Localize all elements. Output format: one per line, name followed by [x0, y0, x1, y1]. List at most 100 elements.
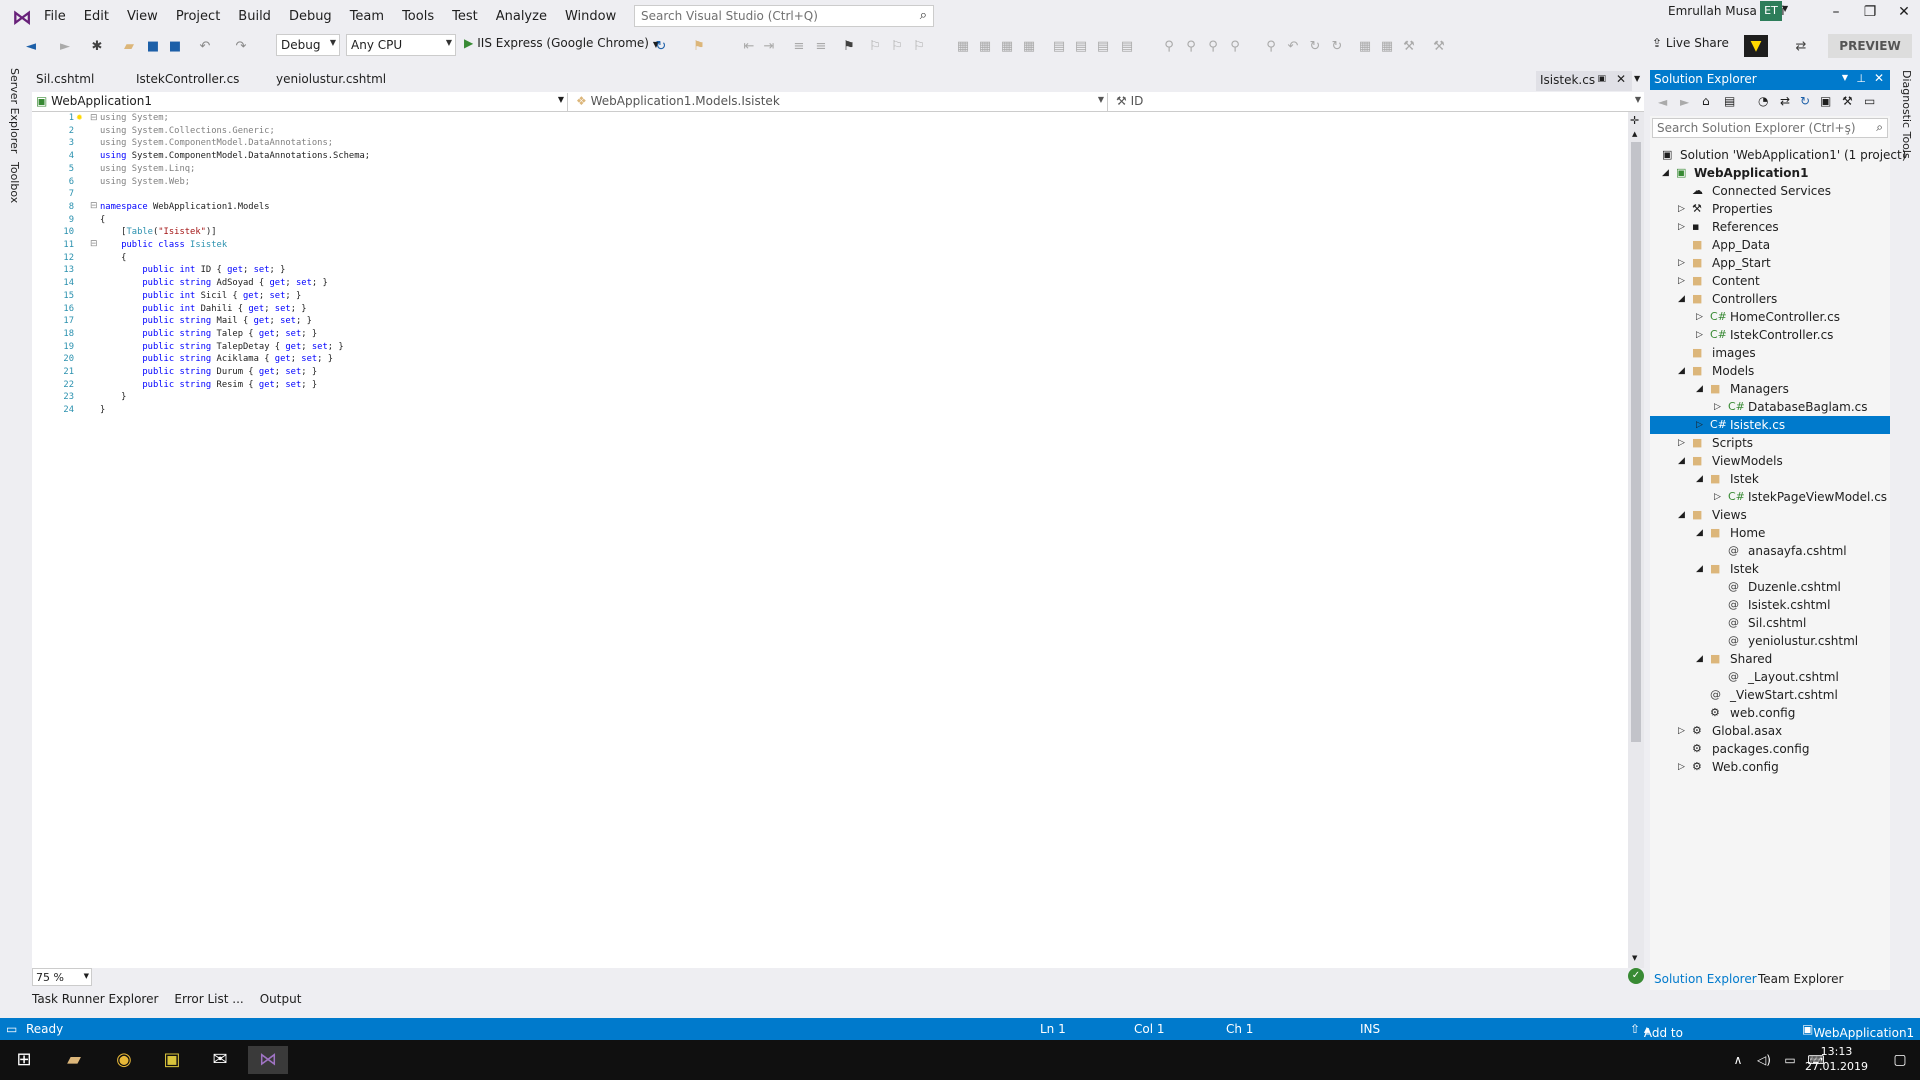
save-icon[interactable]: ■	[144, 38, 162, 56]
tree-item-istekpageviewmodel[interactable]: ▷ C# IstekPageViewModel.cs	[1650, 488, 1890, 506]
pending-changes-icon[interactable]: ◔	[1758, 94, 1768, 108]
back-icon[interactable]: ◄	[22, 38, 40, 56]
tree-item-images[interactable]: ■ images	[1650, 344, 1890, 362]
app-icon[interactable]: ▣	[152, 1046, 192, 1074]
new-project-icon[interactable]: ✱	[88, 38, 106, 56]
editor-vertical-scrollbar[interactable]: ✛ ▲ ▼	[1628, 112, 1644, 968]
tree-item-managers[interactable]: ◢ ■ Managers	[1650, 380, 1890, 398]
toolbar-icon-m[interactable]: ⚲	[1262, 38, 1280, 56]
outdent-icon[interactable]: ⇤	[740, 38, 758, 56]
tab-isistek-cs[interactable]: Isistek.cs ▣ ✕	[1536, 71, 1632, 91]
forward-icon[interactable]: ►	[56, 38, 74, 56]
menu-team[interactable]: Team	[341, 8, 393, 26]
code-editor[interactable]: 1 2 3 4 5 6 7 8 9 10 11 12 13 14 15 16 17 18 19 20 21 22 23 24 …	[32, 112, 1644, 968]
tab-solution-explorer[interactable]: Solution Explorer	[1654, 972, 1757, 986]
tree-item-references[interactable]: ▷ ▪ References	[1650, 218, 1890, 236]
solution-search-input[interactable]: Search Solution Explorer (Ctrl+ş) ⌕	[1652, 118, 1888, 138]
tree-item-viewmodels[interactable]: ◢ ■ ViewModels	[1650, 452, 1890, 470]
tree-item-content[interactable]: ▷ ■ Content	[1650, 272, 1890, 290]
tree-item-layout[interactable]: @ _Layout.cshtml	[1650, 668, 1890, 686]
tree-item-anasayfa[interactable]: @ anasayfa.cshtml	[1650, 542, 1890, 560]
minimize-icon[interactable]: –	[1820, 4, 1852, 20]
tab-yeniolustur-cshtml[interactable]: yeniolustur.cshtml	[276, 72, 386, 86]
pin-icon[interactable]: ⊥	[1856, 72, 1866, 85]
toolbar-icon-a[interactable]: ▦	[954, 38, 972, 56]
tree-item-views-webconfig[interactable]: ⚙ web.config	[1650, 704, 1890, 722]
menu-file[interactable]: File	[44, 8, 75, 26]
tree-item-packages-config[interactable]: ⚙ packages.config	[1650, 740, 1890, 758]
scrollbar-thumb[interactable]	[1631, 142, 1641, 742]
home-icon[interactable]: ⌂	[1702, 94, 1710, 108]
visual-studio-taskbar-icon[interactable]: ⋈	[248, 1046, 288, 1074]
tree-item-sil[interactable]: @ Sil.cshtml	[1650, 614, 1890, 632]
wrench-icon[interactable]: ⚒	[1400, 38, 1418, 56]
tree-item-views[interactable]: ◢ ■ Views	[1650, 506, 1890, 524]
menu-tools[interactable]: Tools	[393, 8, 443, 26]
tab-sil-cshtml[interactable]: Sil.cshtml	[36, 72, 94, 86]
tab-output[interactable]: Output	[260, 990, 312, 1012]
zoom-select[interactable]: 75 % ▼	[32, 968, 92, 986]
lightbulb-icon[interactable]: ✹	[76, 113, 83, 122]
tab-task-runner-explorer[interactable]: Task Runner Explorer	[32, 990, 168, 1012]
chevron-down-icon[interactable]: ▼	[1842, 73, 1848, 82]
toolbar-icon-f[interactable]: ▤	[1072, 38, 1090, 56]
tree-item-app-data[interactable]: ■ App_Data	[1650, 236, 1890, 254]
refresh-icon[interactable]: ↻	[652, 38, 670, 56]
split-icon[interactable]: ✛	[1630, 114, 1639, 127]
tab-overflow-icon[interactable]: ▼	[1634, 74, 1640, 83]
clear-bookmarks-icon[interactable]: ⚐	[910, 38, 928, 56]
toolbox-tab[interactable]: Toolbox	[8, 162, 21, 203]
project-status-button[interactable]: ▣ WebApplication1	[1802, 1022, 1914, 1040]
collapse-class-icon[interactable]: ⊟	[90, 239, 98, 249]
toolbar-icon-o[interactable]: ↻	[1306, 38, 1324, 56]
tree-item-app-start[interactable]: ▷ ■ App_Start	[1650, 254, 1890, 272]
collapse-all-icon[interactable]: ▣	[1820, 94, 1831, 108]
tree-item-shared[interactable]: ◢ ■ Shared	[1650, 650, 1890, 668]
collapse-region-icon[interactable]: ⊟	[90, 112, 98, 125]
menu-edit[interactable]: Edit	[75, 8, 118, 26]
toolbar-icon-c[interactable]: ▦	[998, 38, 1016, 56]
refresh-icon[interactable]: ↻	[1800, 94, 1810, 108]
mail-icon[interactable]: ✉	[200, 1046, 240, 1074]
member-dropdown[interactable]: ⚒ ID ▼	[1112, 93, 1644, 111]
open-file-icon[interactable]: ▰	[120, 38, 138, 56]
code-text[interactable]: using System; using System.Collections.G…	[100, 112, 370, 417]
tab-istekcontroller-cs[interactable]: IstekController.cs	[136, 72, 239, 86]
tree-item-views-istek[interactable]: ◢ ■ Istek	[1650, 560, 1890, 578]
tree-item-homecontroller[interactable]: ▷ C# HomeController.cs	[1650, 308, 1890, 326]
tree-item-scripts[interactable]: ▷ ■ Scripts	[1650, 434, 1890, 452]
toolbar-icon-g[interactable]: ▤	[1094, 38, 1112, 56]
preview-selected-icon[interactable]: ▭	[1864, 94, 1875, 108]
toolbar-icon-k[interactable]: ⚲	[1204, 38, 1222, 56]
tree-item-connected-services[interactable]: ☁ Connected Services	[1650, 182, 1890, 200]
prev-bookmark-icon[interactable]: ⚐	[866, 38, 884, 56]
tree-item-views-home[interactable]: ◢ ■ Home	[1650, 524, 1890, 542]
back-icon[interactable]: ◄	[1658, 95, 1667, 109]
tab-team-explorer[interactable]: Team Explorer	[1758, 972, 1844, 986]
maximize-icon[interactable]: ❐	[1854, 4, 1886, 20]
close-icon[interactable]: ✕	[1874, 71, 1884, 85]
type-dropdown[interactable]: ❖ WebApplication1.Models.Isistek ▼	[572, 93, 1108, 111]
tree-item-properties[interactable]: ▷ ⚒ Properties	[1650, 200, 1890, 218]
feedback-icon[interactable]: ⇄	[1792, 38, 1810, 56]
quick-launch-search[interactable]: Search Visual Studio (Ctrl+Q) ⌕	[634, 5, 934, 27]
toolbar-icon-i[interactable]: ⚲	[1160, 38, 1178, 56]
project-dropdown[interactable]: ▣ WebApplication1 ▼	[32, 93, 568, 111]
toolbar-icon-b[interactable]: ▦	[976, 38, 994, 56]
user-dropdown-icon[interactable]: ▼	[1782, 4, 1788, 13]
menu-window[interactable]: Window	[556, 8, 625, 26]
taskbar-clock[interactable]: 13:13 27.01.2019	[1805, 1044, 1868, 1074]
tree-item-duzenle[interactable]: @ Duzenle.cshtml	[1650, 578, 1890, 596]
sync-icon[interactable]: ⇄	[1780, 94, 1790, 108]
indent-icon[interactable]: ⇥	[760, 38, 778, 56]
tree-item-databasebaglam[interactable]: ▷ C# DatabaseBaglam.cs	[1650, 398, 1890, 416]
properties-icon[interactable]: ⚒	[1842, 94, 1853, 108]
tree-item-controllers[interactable]: ◢ ■ Controllers	[1650, 290, 1890, 308]
toolbar-customize-icon[interactable]: ⚒	[1430, 38, 1448, 56]
toolbar-icon-n[interactable]: ↶	[1284, 38, 1302, 56]
bookmark-icon[interactable]: ⚑	[840, 38, 858, 56]
scroll-down-icon[interactable]: ▼	[1632, 954, 1637, 962]
tab-error-list[interactable]: Error List ...	[174, 990, 253, 1012]
menu-project[interactable]: Project	[167, 8, 229, 26]
toolbar-icon-e[interactable]: ▤	[1050, 38, 1068, 56]
